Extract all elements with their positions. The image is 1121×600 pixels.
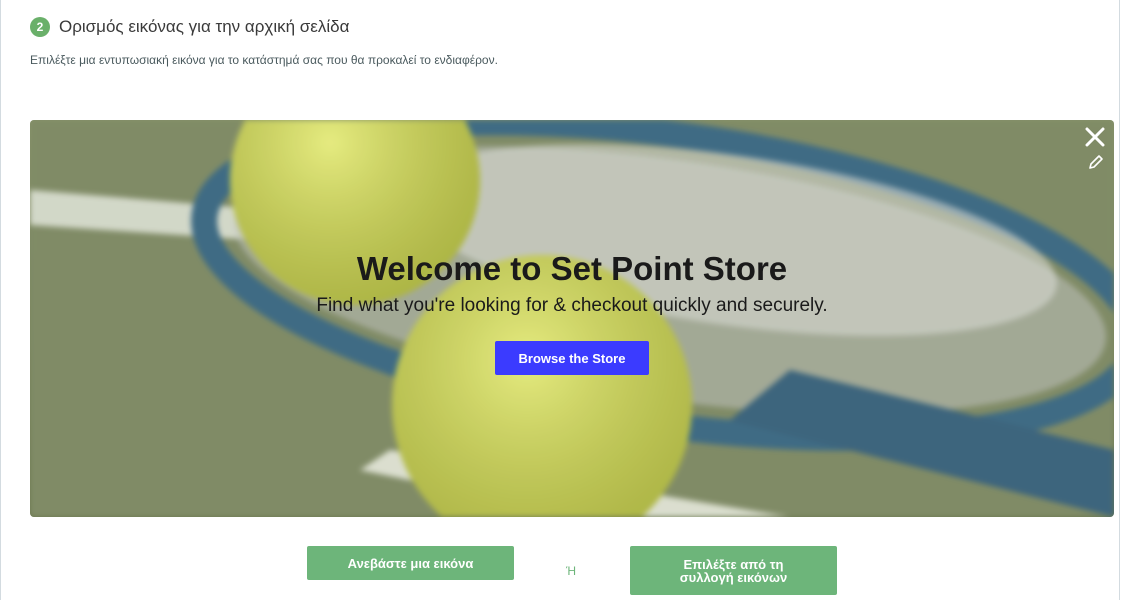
image-source-actions: Ανεβάστε μια εικόνα Ή Επιλέξτε από τη συ…	[0, 546, 1121, 596]
hero-subtitle: Find what you're looking for & checkout …	[316, 295, 828, 316]
browse-store-button[interactable]: Browse the Store	[495, 341, 649, 375]
step-header: 2 Ορισμός εικόνας για την αρχική σελίδα	[30, 14, 349, 40]
step-description: Επιλέξτε μια εντυπωσιακή εικόνα για το κ…	[30, 53, 498, 67]
or-separator: Ή	[566, 564, 577, 578]
step-number-badge: 2	[30, 17, 50, 37]
close-icon[interactable]	[1084, 126, 1106, 148]
choose-from-gallery-button[interactable]: Επιλέξτε από τη συλλογή εικόνων	[630, 546, 837, 595]
hero-title: Welcome to Set Point Store	[356, 250, 788, 287]
pencil-icon[interactable]	[1088, 154, 1104, 170]
hero-overlay	[30, 120, 1114, 517]
upload-image-button[interactable]: Ανεβάστε μια εικόνα	[307, 546, 514, 580]
homepage-image-preview: Welcome to Set Point Store Find what you…	[30, 120, 1114, 517]
step-title: Ορισμός εικόνας για την αρχική σελίδα	[59, 17, 350, 36]
